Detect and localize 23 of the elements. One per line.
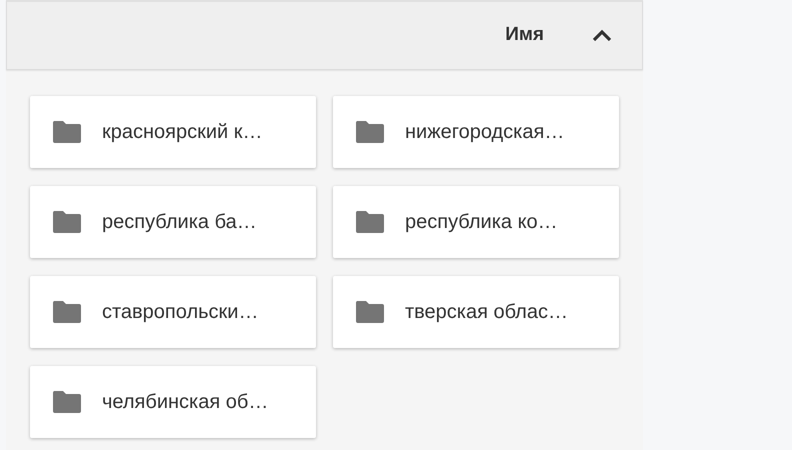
- folder-icon: [52, 120, 82, 144]
- folder-icon: [355, 120, 385, 144]
- folder-icon: [52, 210, 82, 234]
- folder-name: нижегородская…: [405, 120, 564, 145]
- folder-name: республика ко…: [405, 210, 558, 235]
- folder-icon: [355, 210, 385, 234]
- folder-card[interactable]: нижегородская…: [333, 96, 619, 168]
- chevron-up-icon[interactable]: [592, 29, 612, 42]
- sort-label[interactable]: Имя: [505, 21, 544, 50]
- folder-icon: [52, 390, 82, 414]
- folder-card[interactable]: ставропольски…: [30, 276, 316, 348]
- folder-name: республика ба…: [102, 210, 257, 235]
- folder-card[interactable]: республика ба…: [30, 186, 316, 258]
- folder-icon: [52, 300, 82, 324]
- folder-card[interactable]: республика ко…: [333, 186, 619, 258]
- folder-name: красноярский к…: [102, 120, 263, 145]
- folder-name: ставропольски…: [102, 300, 258, 325]
- folder-name: тверская облас…: [405, 300, 568, 325]
- folder-card[interactable]: красноярский к…: [30, 96, 316, 168]
- folder-icon: [355, 300, 385, 324]
- folder-card[interactable]: тверская облас…: [333, 276, 619, 348]
- folder-name: челябинская об…: [102, 390, 268, 415]
- folder-card[interactable]: челябинская об…: [30, 366, 316, 438]
